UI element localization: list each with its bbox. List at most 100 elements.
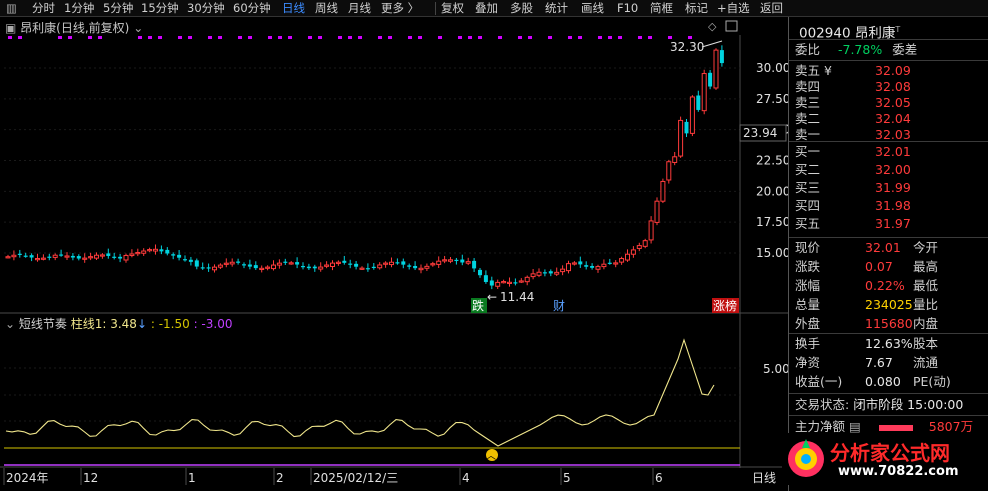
buy-level-price: 32.01 [875,144,911,159]
candle-body [660,180,666,202]
btn-diejia[interactable]: 叠加 [475,0,498,17]
candle-body [229,261,235,265]
candle-body [177,254,182,258]
kline-chart[interactable]: 30.00 27.50 2 5.00 22.50 20.00 17.50 15.00 23.9… [0,17,788,491]
stat-label: 总量 [795,297,821,312]
watermark-url: www.70822.com [838,464,959,479]
candle-body [295,262,300,265]
tab-daily[interactable]: 日线 [282,0,305,17]
candle-body [52,254,58,258]
indicator-gridlines [4,367,740,422]
indicator-value-3: : -3.00 [193,317,233,331]
flow-bar [878,424,913,431]
candle-body [560,268,566,273]
candle-body [395,262,400,264]
btn-fuquan[interactable]: 复权 [441,0,464,17]
buy-level-label: 买一 [795,144,821,159]
tab-60min[interactable]: 60分钟 [233,0,271,17]
tab-1min[interactable]: 1分钟 [64,0,94,17]
btn-tongji[interactable]: 统计 [545,0,568,17]
candle-body [271,264,276,270]
signal-dot [468,36,472,39]
candle-body [354,263,359,267]
btn-jiankuang[interactable]: 简框 [650,0,673,17]
zhangbang-marker: 涨榜 [713,298,737,313]
weibi-value: -7.78% [838,42,883,57]
candle-body [253,265,258,269]
tab-30min[interactable]: 30分钟 [187,0,225,17]
btn-duogu[interactable]: 多股 [510,0,533,17]
divider [789,39,988,40]
candle-body [513,282,518,284]
tab-15min[interactable]: 15分钟 [141,0,179,17]
tab-weekly[interactable]: 周线 [315,0,338,17]
indicator-column-value: 柱线1: 3.48 [70,317,137,331]
indicator-ytick: 5.00 [763,362,788,376]
price-gridlines [4,67,740,254]
signal-dot [8,36,12,39]
signal-dot [148,36,152,39]
candle-body [200,267,205,269]
btn-biaoji[interactable]: 标记 [685,0,708,17]
divider [789,393,988,394]
btn-f10[interactable]: F10 [617,0,638,17]
candle-body [47,256,52,258]
time-axis-label: 4 [462,471,470,485]
candle-body [335,261,341,264]
signal-dot [58,36,62,39]
signal-dot [618,36,622,39]
candle-body [478,269,482,276]
collapse-icon[interactable]: ⌄ [5,317,15,331]
candle-body [129,253,135,256]
buy-level-label: 买三 [795,180,821,195]
panel-toggle-icon[interactable]: ▥ [6,0,17,17]
candle-body [188,259,193,262]
signal-dot [138,36,142,39]
tab-more[interactable]: 更多 〉 [381,0,419,17]
signal-dot [68,36,72,39]
candle-body [153,248,158,252]
candle-body [489,280,494,286]
buy-level-price: 31.97 [875,216,911,231]
signal-dot [608,36,612,39]
candle-body [566,263,571,272]
candle-body [465,261,471,264]
cai-marker: 财 [553,299,565,313]
period-indicator: 日线 [752,471,776,485]
signal-dot [268,36,272,39]
time-axis-label: 6 [655,471,663,485]
down-arrow-icon: ↓ [136,317,148,331]
price-tick-label: 27.50 [756,92,788,106]
candle-body [601,263,607,268]
chevron-down-icon[interactable]: ⌄ [133,21,143,35]
btn-back[interactable]: 返回 [760,0,783,17]
btn-add-watchlist[interactable]: +自选 [717,0,750,17]
stat-label: 涨幅 [795,278,821,293]
fund-label: 收益(一) [795,374,843,389]
candle-body [265,266,271,269]
time-axis-label: 1 [188,471,196,485]
low-price-label: 11.44 [500,290,534,304]
candle-body [123,254,129,261]
btn-huaxian[interactable]: 画线 [581,0,604,17]
candle-body [554,271,560,275]
buy-level-price: 31.98 [875,198,911,213]
candle-body [571,262,577,265]
stat-label: 现价 [795,240,821,255]
tab-5min[interactable]: 5分钟 [103,0,133,17]
candle-body [324,264,330,267]
settings-icon[interactable]: ▣ [5,21,16,35]
indicator-name: 短线节奏 [18,317,67,331]
tab-monthly[interactable]: 月线 [348,0,371,17]
candle-body [212,266,217,271]
candle-body [607,262,612,264]
time-axis-label: 12 [83,471,98,485]
signal-dot [668,36,672,39]
list-icon[interactable]: ▤ [849,419,861,434]
candle-body [418,267,424,271]
signal-dot [648,36,652,39]
tab-fenshi[interactable]: 分时 [32,0,55,17]
candle-body [194,260,199,267]
candle-body [636,245,642,249]
candle-body [147,249,153,252]
